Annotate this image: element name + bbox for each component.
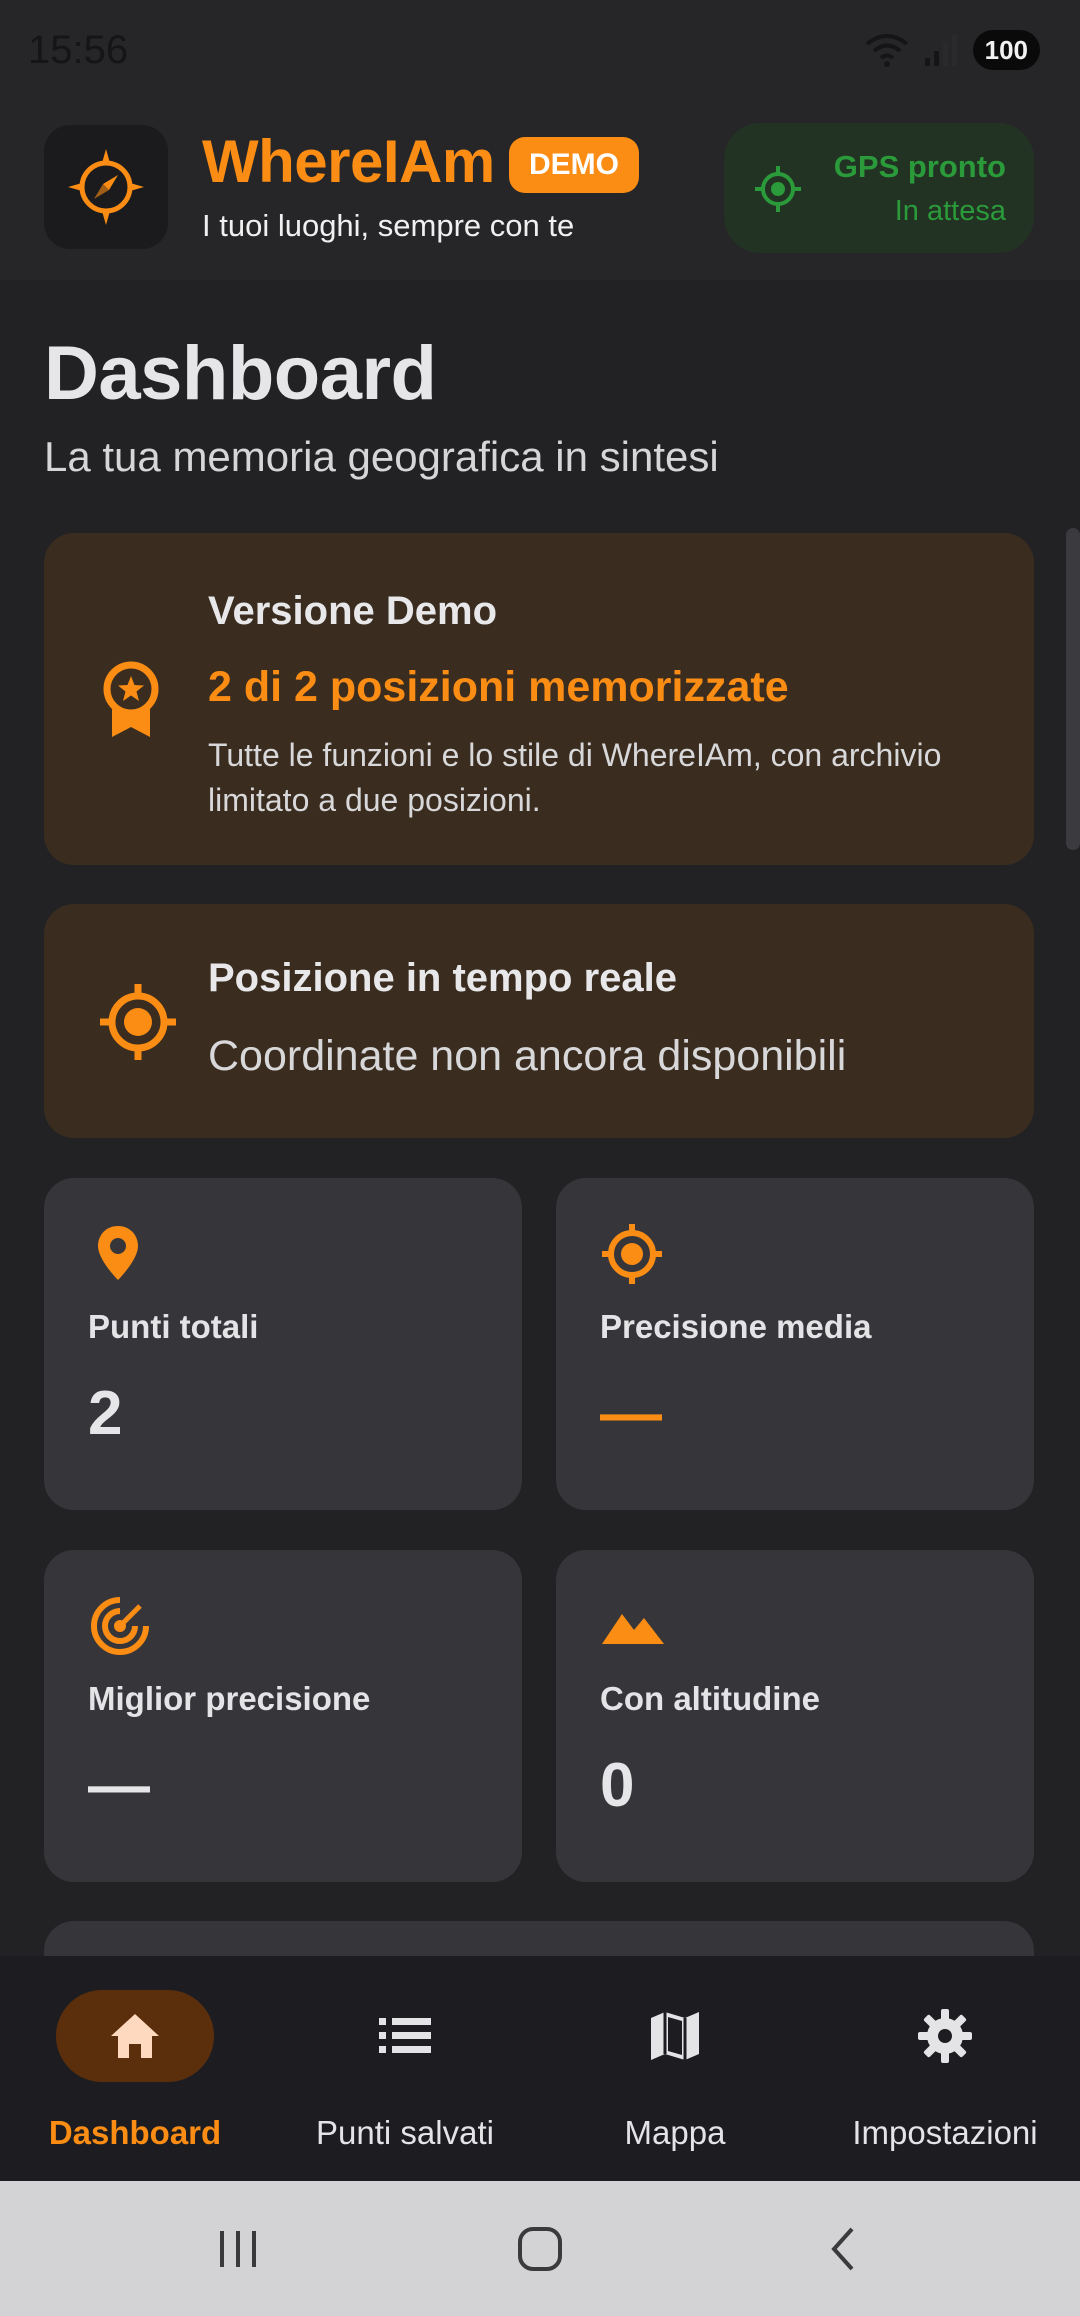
nav-indicator	[596, 1990, 754, 2082]
gps-status-sub: In attesa	[894, 195, 1006, 227]
stat-card-total-points[interactable]: Punti totali 2	[44, 1178, 522, 1510]
stat-value: —	[600, 1379, 662, 1448]
demo-count: 2 di 2 posizioni memorizzate	[208, 663, 789, 711]
nav-indicator	[56, 1990, 214, 2082]
system-navigation-bar	[0, 2181, 1080, 2316]
stat-card-best-precision[interactable]: Miglior precisione —	[44, 1550, 522, 1882]
nav-label: Mappa	[624, 2114, 726, 2151]
target-icon	[602, 1224, 662, 1284]
award-icon	[103, 661, 159, 737]
mountain-icon	[602, 1614, 664, 1644]
stat-label: Precisione media	[600, 1308, 872, 1345]
recent-apps-icon	[220, 2230, 256, 2267]
recent-apps-button[interactable]	[178, 2181, 298, 2316]
status-icons: 100	[865, 30, 1040, 70]
nav-indicator	[866, 1990, 1024, 2082]
back-icon	[831, 2227, 854, 2270]
status-bar: 15:56 100	[0, 0, 1080, 105]
nav-label: Dashboard	[48, 2114, 222, 2151]
live-card-description: Coordinate non ancora disponibili	[208, 1032, 847, 1080]
demo-badge: DEMO	[509, 137, 639, 193]
nav-item-map[interactable]: Mappa	[540, 1956, 810, 2181]
app-title: WhereIAm	[202, 128, 495, 195]
nav-item-dashboard[interactable]: Dashboard	[0, 1956, 270, 2181]
app-header: WhereIAm DEMO I tuoi luoghi, sempre con …	[0, 105, 1080, 280]
nav-label: Punti salvati	[316, 2114, 494, 2151]
stat-label: Punti totali	[88, 1308, 259, 1345]
gps-status-pill[interactable]: GPS pronto In attesa	[724, 123, 1034, 253]
home-button[interactable]	[480, 2181, 600, 2316]
app-tagline: I tuoi luoghi, sempre con te	[202, 208, 575, 243]
page-title: Dashboard	[44, 331, 437, 416]
live-card-title: Posizione in tempo reale	[208, 956, 678, 1000]
app-logo	[44, 125, 168, 249]
nav-indicator	[326, 1990, 484, 2082]
map-icon	[651, 2012, 699, 2060]
pin-icon	[98, 1226, 138, 1280]
bottom-navigation: Dashboard Punti salvati Mappa Impostazio…	[0, 1956, 1080, 2181]
wifi-icon	[865, 34, 908, 67]
stat-label: Miglior precisione	[88, 1680, 371, 1717]
stat-value: 0	[600, 1751, 635, 1820]
scrollbar[interactable]	[1066, 528, 1080, 850]
live-position-card[interactable]: Posizione in tempo reale Coordinate non …	[44, 904, 1034, 1138]
demo-card-title: Versione Demo	[208, 589, 498, 633]
stat-label: Con altitudine	[600, 1680, 820, 1717]
nav-item-saved-points[interactable]: Punti salvati	[270, 1956, 540, 2181]
gps-status-title: GPS pronto	[833, 149, 1006, 184]
settings-icon	[918, 2009, 972, 2063]
gps-icon	[755, 166, 801, 212]
radar-icon	[91, 1597, 149, 1655]
list-icon	[379, 2018, 431, 2053]
stat-card-average-precision[interactable]: Precisione media —	[556, 1178, 1034, 1510]
home-icon	[111, 2014, 159, 2058]
target-icon	[100, 984, 176, 1060]
status-time: 15:56	[28, 28, 129, 72]
demo-description: Tutte le funzioni e lo stile di WhereIAm…	[208, 737, 942, 818]
stat-value: —	[88, 1751, 150, 1820]
battery-icon: 100	[972, 30, 1040, 70]
stat-card-with-altitude[interactable]: Con altitudine 0	[556, 1550, 1034, 1882]
demo-version-card[interactable]: Versione Demo 2 di 2 posizioni memorizza…	[44, 533, 1034, 865]
nav-item-settings[interactable]: Impostazioni	[810, 1956, 1080, 2181]
nav-label: Impostazioni	[852, 2114, 1038, 2151]
compass-icon	[68, 149, 144, 225]
home-circle-icon	[518, 2226, 562, 2271]
signal-icon	[924, 35, 957, 66]
stat-value: 2	[88, 1379, 123, 1448]
back-button[interactable]	[784, 2181, 904, 2316]
page-subtitle: La tua memoria geografica in sintesi	[44, 433, 719, 480]
